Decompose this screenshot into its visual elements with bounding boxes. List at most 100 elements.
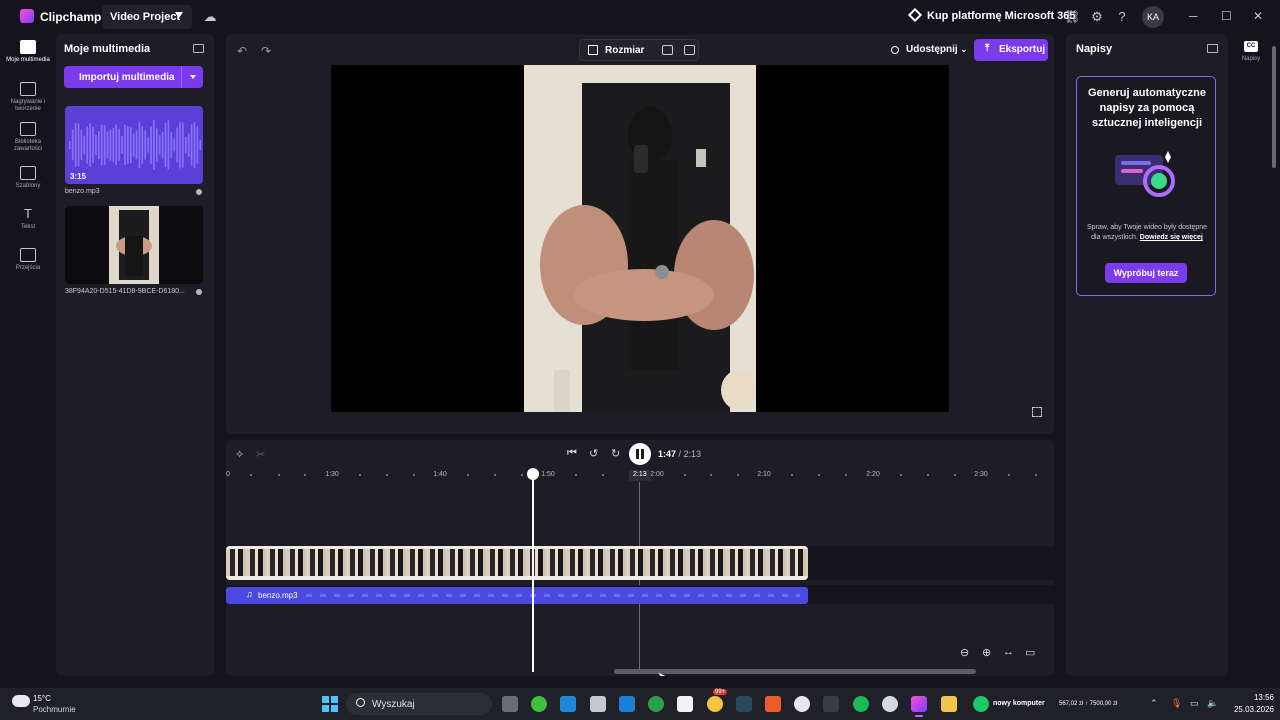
maximize-button[interactable]: ☐ [1221,9,1232,23]
notepad-icon[interactable] [677,696,693,712]
aspect-ratio-button[interactable]: Rozmiar [605,45,644,56]
audio-clip[interactable]: ♫ benzo.mp3 [226,587,808,604]
video-clip[interactable] [226,546,808,580]
project-name-dropdown[interactable]: Video Project [102,5,192,29]
collapse-panel-icon[interactable] [193,44,204,53]
rail-item-my-media[interactable]: Moje multimedia [0,40,56,64]
rail-item-record-create[interactable]: Nagrywanie i tworzenie [0,82,56,113]
video-preview-figure [524,65,756,412]
ruler-tick [413,474,415,476]
chrome-icon[interactable] [794,696,810,712]
ruler-tick [927,474,929,476]
fullscreen-icon[interactable] [1032,407,1042,417]
magic-wand-icon[interactable]: ✧ [235,448,244,461]
spotify-icon[interactable] [853,696,869,712]
user-avatar[interactable]: KA [1142,6,1164,28]
task-view-icon[interactable] [502,696,518,712]
cloud-off-icon[interactable]: ☁ [202,9,218,25]
ruler-tick [954,474,956,476]
media-item-video[interactable] [65,206,203,284]
app-status-icon[interactable] [973,696,989,712]
ruler-label: 1:30 [325,471,339,478]
crop-icon[interactable] [662,45,673,55]
rail-item-text[interactable]: T Tekst [0,207,56,231]
ruler-label: 1:40 [433,471,447,478]
zoom-in-icon[interactable]: ⊕ [982,646,991,659]
weather-description[interactable]: Pochmurnie [33,705,76,714]
auto-captions-card: Generuj automatyczne napisy za pomocą sz… [1076,76,1216,296]
buy-microsoft-365-link[interactable]: Kup platformę Microsoft 365 [907,7,1076,23]
help-icon[interactable]: ? [1114,9,1130,25]
redo-icon[interactable]: ↷ [261,44,271,58]
vscode-icon[interactable] [560,696,576,712]
forward-5s-icon[interactable]: ↻ [611,447,620,460]
fit-timeline-icon[interactable]: ↔ [1003,646,1014,658]
microphone-icon[interactable]: 🎙 [1171,698,1182,709]
try-now-button[interactable]: Wypróbuj teraz [1105,263,1187,283]
taskbar-clock[interactable]: 13:56 [1224,693,1274,702]
volume-icon[interactable]: 🔈 [1207,698,1218,709]
terminal-icon[interactable] [823,696,839,712]
link-icon[interactable]: ⛓ [1064,9,1081,25]
ruler-tick [575,474,577,476]
taskbar-search[interactable]: Wyszukaj [346,693,492,715]
steam-icon[interactable] [736,696,752,712]
playhead[interactable] [532,476,534,672]
captions-rail-tab[interactable]: CC Napisy [1236,34,1266,74]
timeline-scrollbar-thumb[interactable] [614,669,976,674]
mail-icon[interactable] [590,696,606,712]
resize-icon[interactable] [588,45,598,55]
left-navigation-rail: Moje multimedia Nagrywanie i tworzenie B… [0,34,56,688]
background-icon[interactable] [684,45,695,55]
rail-label: Moje multimedia [6,57,50,63]
zoom-out-icon[interactable]: ⊖ [960,646,969,659]
ruler-label: 1:50 [541,471,555,478]
close-button[interactable]: ✕ [1253,9,1263,23]
store-icon[interactable] [619,696,635,712]
learn-more-link[interactable]: Dowiedz się więcej [1140,234,1203,241]
skip-to-start-icon[interactable]: ⏮ [567,447,577,460]
rail-label: Szablony [15,183,41,189]
rail-item-transitions[interactable]: Przejścia [0,248,56,272]
rail-item-templates[interactable]: Szablony [0,166,56,190]
video-frame-image [524,65,756,412]
rail-label: Tekst [20,224,35,230]
clipchamp-taskbar-icon[interactable] [911,696,927,717]
undo-icon[interactable]: ↶ [237,44,247,58]
chatgpt-icon[interactable] [882,696,898,712]
app-window-label[interactable]: nowy komputer [993,700,1045,707]
stock-ticker[interactable]: 567,02 zł ↑ 7500,00 zł [1059,701,1117,707]
shield-app-icon[interactable] [648,696,664,712]
ruler-tick [1035,474,1037,476]
brave-icon[interactable] [765,696,781,712]
cloud-icon[interactable] [12,695,30,707]
rewind-5s-icon[interactable]: ↺ [589,447,598,460]
collapse-panel-icon[interactable] [1207,44,1218,53]
ruler-tick [250,474,252,476]
pause-button[interactable] [629,443,651,465]
messenger-icon[interactable]: 99+ [707,689,728,712]
video-canvas[interactable] [331,65,949,412]
share-label: Udostępnij [906,44,958,55]
weather-temperature[interactable]: 15°C [33,694,51,703]
panel-title: Moje multimedia [64,43,151,55]
preview-area: ↶ ↷ Rozmiar Udostępnij ⌄ Eksportuj [226,34,1054,434]
import-media-button[interactable]: Importuj multimedia [64,66,203,88]
clipchamp-logo-icon [20,9,34,23]
minimize-button[interactable]: ─ [1189,9,1198,23]
network-icon[interactable]: ▭ [1190,698,1199,709]
vertical-scrollbar[interactable] [1272,46,1276,168]
rail-item-content-library[interactable]: Biblioteka zawartości [0,122,56,153]
windows-start-icon[interactable] [322,696,338,712]
chevron-up-icon[interactable]: ⌃ [1150,698,1158,709]
import-options-dropdown[interactable] [181,66,203,88]
file-explorer-icon[interactable] [941,696,957,712]
media-item-audio[interactable]: 3:15 [65,106,203,184]
chat-app-icon[interactable] [531,696,547,712]
timeline-view-icon[interactable]: ▭ [1025,646,1035,659]
share-button[interactable]: Udostępnij ⌄ [882,39,970,61]
scissors-icon[interactable]: ✂ [256,448,265,461]
export-button[interactable]: Eksportuj [974,39,1048,61]
taskbar-date[interactable]: 25.03.2026 [1218,705,1274,714]
settings-gear-icon[interactable]: ⚙ [1089,9,1105,25]
